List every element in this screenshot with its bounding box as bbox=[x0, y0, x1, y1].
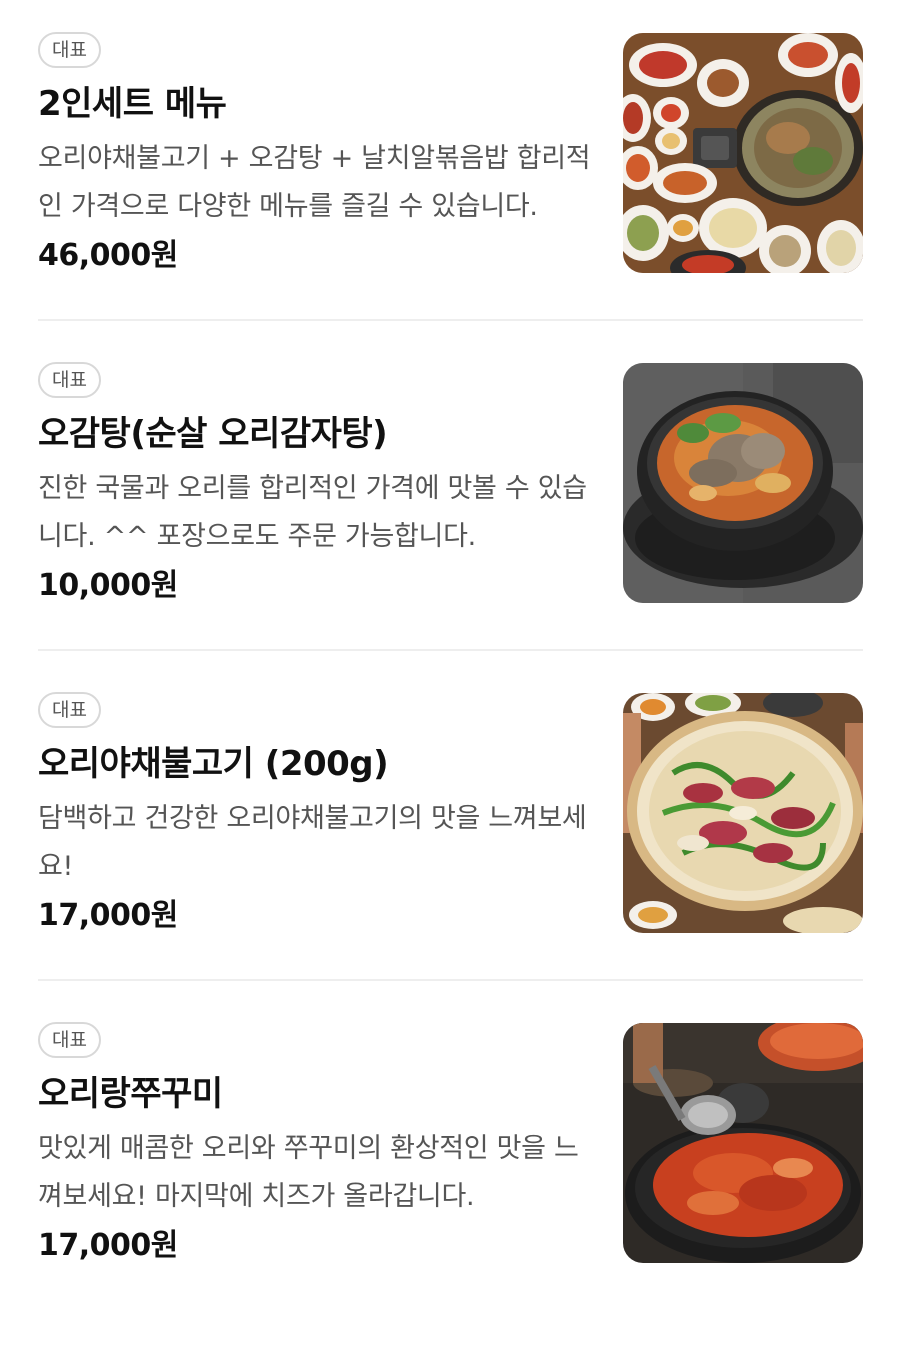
menu-item-title: 오감탕(순살 오리감자탕) bbox=[38, 414, 388, 454]
menu-item-duck-bulgogi[interactable]: 대표 오리야채불고기 (200g) 담백하고 건강한 오리야채불고기의 맛을 느… bbox=[0, 692, 900, 1022]
menu-item-photo[interactable] bbox=[623, 693, 863, 933]
menu-item-duck-jjukkumi[interactable]: 대표 오리랑쭈꾸미 맛있게 매콤한 오리와 쭈꾸미의 환상적인 맛을 느껴보세요… bbox=[0, 1022, 900, 1352]
menu-item-description: 담백하고 건강한 오리야채불고기의 맛을 느껴보세요! bbox=[38, 803, 587, 882]
menu-item-price: 10,000원 bbox=[38, 568, 178, 603]
signature-badge: 대표 bbox=[38, 692, 101, 728]
menu-item-price: 46,000원 bbox=[38, 238, 178, 273]
food-photo-set-table bbox=[623, 33, 863, 273]
food-photo-stew-pot bbox=[623, 363, 863, 603]
item-divider bbox=[38, 319, 863, 321]
food-photo-spicy-stirfry bbox=[623, 1023, 863, 1263]
signature-badge: 대표 bbox=[38, 362, 101, 398]
signature-badge: 대표 bbox=[38, 1022, 101, 1058]
menu-item-ogamtang[interactable]: 대표 오감탕(순살 오리감자탕) 진한 국물과 오리를 합리적인 가격에 맛볼 … bbox=[0, 362, 900, 692]
menu-item-description: 오리야채불고기 + 오감탕 + 날치알볶음밥 합리적인 가격으로 다양한 메뉴를… bbox=[38, 143, 591, 222]
menu-item-2-person-set[interactable]: 대표 2인세트 메뉴 오리야채불고기 + 오감탕 + 날치알볶음밥 합리적인 가… bbox=[0, 32, 900, 362]
menu-item-title: 오리야채불고기 (200g) bbox=[38, 744, 389, 784]
item-divider bbox=[38, 649, 863, 651]
food-photo-bulgogi-plate bbox=[623, 693, 863, 933]
menu-item-photo[interactable] bbox=[623, 1023, 863, 1263]
menu-item-price: 17,000원 bbox=[38, 1228, 178, 1263]
menu-item-photo[interactable] bbox=[623, 363, 863, 603]
menu-item-title: 오리랑쭈꾸미 bbox=[38, 1074, 223, 1114]
signature-badge: 대표 bbox=[38, 32, 101, 68]
item-divider bbox=[38, 979, 863, 981]
menu-item-description: 진한 국물과 오리를 합리적인 가격에 맛볼 수 있습니다. ^^ 포장으로도 … bbox=[38, 473, 587, 552]
menu-item-price: 17,000원 bbox=[38, 898, 178, 933]
menu-item-title: 2인세트 메뉴 bbox=[38, 84, 227, 124]
menu-list: 대표 2인세트 메뉴 오리야채불고기 + 오감탕 + 날치알볶음밥 합리적인 가… bbox=[0, 0, 900, 1299]
menu-item-photo[interactable] bbox=[623, 33, 863, 273]
menu-item-description: 맛있게 매콤한 오리와 쭈꾸미의 환상적인 맛을 느껴보세요! 마지막에 치즈가… bbox=[38, 1133, 579, 1212]
